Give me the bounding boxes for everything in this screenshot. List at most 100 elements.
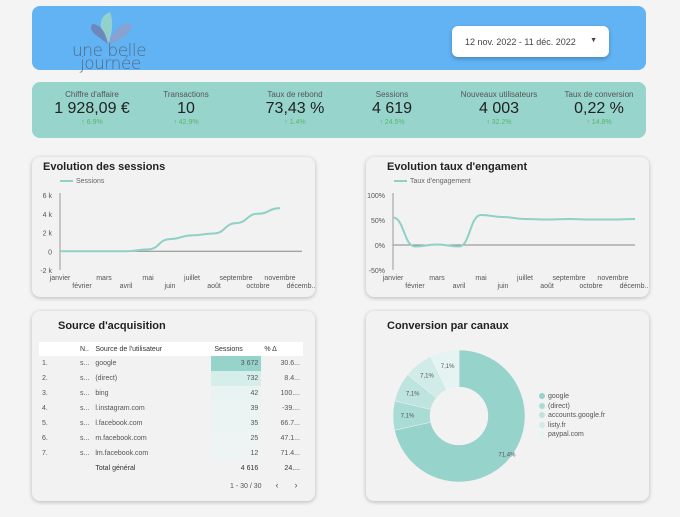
table-cell: m.facebook.com [95, 435, 147, 442]
y-tick-label: 0% [375, 243, 385, 250]
legend-label: listy.fr [548, 421, 566, 429]
table-cell: s... [80, 450, 90, 457]
table-cell: 7. [42, 450, 48, 457]
table-row[interactable]: 7. s... lm.facebook.com 12 71.4... [39, 446, 303, 461]
x-tick-label: décemb... [620, 283, 649, 290]
column-header[interactable] [39, 342, 77, 356]
kpi-band: Chiffre d'affaire 1 928,09 € ↑ 6.9% Transac… [32, 82, 646, 138]
table-row[interactable]: 4. s... l.instagram.com 39 -39.... [39, 401, 303, 416]
kpi-delta: ↑ 42.9% [173, 119, 199, 126]
x-tick-label: septembre [219, 275, 252, 282]
sessions-chart-card: Evolution des sessions Sessions 6 k4 k2 … [32, 157, 315, 297]
legend-swatch-icon [539, 412, 545, 418]
engagement-line-chart: 100% 50% 0% -50%janvierfévrier mars avril mai j… [367, 193, 649, 290]
pagination: 1 - 30 / 30 ‹ › [230, 480, 297, 490]
slice-label: 7,1% [441, 364, 455, 370]
legend-swatch-icon [539, 402, 545, 409]
column-header[interactable]: N.. [77, 342, 93, 356]
legend-label: google [548, 393, 570, 400]
total-sessions: 4 616 [240, 465, 259, 472]
table-cell: 66.7... [280, 420, 300, 427]
pagination-label: 1 - 30 / 30 [230, 483, 262, 490]
column-header[interactable]: Sessions [211, 342, 262, 356]
donut-legend: google (direct) accounts.google.fr listy.fr… [539, 393, 605, 441]
total-label: Total général [95, 465, 136, 472]
x-tick-label: février [405, 283, 425, 290]
table-cell: s... [80, 420, 90, 427]
x-tick-label: février [72, 283, 92, 290]
prev-page-icon[interactable]: ‹ [275, 480, 278, 490]
sessions-line-chart: 6 k 4 k 2 k 0 -2 kjanvierfévrier mars avril mai… [40, 193, 315, 290]
table-cell: -39.... [282, 405, 300, 412]
y-tick-label: -50% [369, 268, 385, 275]
legend-swatch-icon [539, 393, 545, 399]
table-title: Source d'acquisition [58, 320, 166, 332]
table-cell: google [95, 360, 117, 367]
kpi-label: Taux de conversion [564, 90, 634, 99]
y-tick-label: 2 k [43, 231, 53, 238]
y-tick-label: -2 k [40, 268, 52, 275]
table-cell: (direct) [95, 375, 118, 382]
table-cell: 100.... [280, 390, 300, 397]
legend-item: google [539, 393, 605, 403]
table-cell: s... [80, 405, 90, 412]
series-line [60, 207, 281, 253]
slice-label: 7,1% [401, 414, 415, 420]
table-cell: lm.facebook.com [95, 450, 149, 457]
table-cell: 2. [42, 375, 48, 382]
column-header[interactable]: Source de l'utilisateur [92, 342, 212, 356]
x-tick-label: décemb... [287, 283, 315, 290]
table-row[interactable]: 1. s... google 3 672 30.6... [39, 356, 303, 371]
kpi-5: Taux de conversion 0,22 % ↑ 14.8% [539, 90, 659, 126]
y-tick-label: 6 k [43, 193, 53, 200]
next-page-icon[interactable]: › [294, 480, 297, 490]
kpi-label: Sessions [375, 90, 409, 99]
x-tick-label: mai [475, 275, 487, 282]
x-tick-label: janvier [382, 275, 404, 282]
x-tick-label: juin [164, 283, 176, 290]
table-cell: 30.6... [280, 360, 300, 367]
legend-swatch-icon [539, 431, 545, 437]
date-range-value: 12 nov. 2022 - 11 déc. 2022 [465, 37, 576, 47]
x-tick-label: août [207, 283, 221, 290]
table-cell: 12 [211, 446, 262, 461]
table-cell: 732 [211, 371, 262, 386]
table-row[interactable]: 3. s... bing 42 100.... [39, 386, 303, 401]
kpi-value: 0,22 % [574, 100, 624, 117]
table-cell: 8.4... [284, 375, 300, 382]
x-tick-label: janvier [49, 275, 71, 282]
table-cell: 4. [42, 405, 48, 412]
x-tick-label: septembre [552, 275, 585, 282]
table-cell: 39 [211, 401, 262, 416]
table-cell: l.facebook.com [95, 420, 143, 427]
column-header[interactable]: % Δ [261, 342, 303, 356]
x-tick-label: mars [429, 275, 445, 282]
conversion-chart-card: Conversion par canaux 71,4% 7,1% 7,1% 7,1% 7… [366, 311, 649, 501]
date-range-picker[interactable]: 12 nov. 2022 - 11 déc. 2022 ▼ [452, 26, 609, 57]
slice-label: 71,4% [498, 453, 516, 459]
y-tick-label: 0 [48, 249, 52, 256]
table-row[interactable]: 5. s... l.facebook.com 35 66.7... [39, 416, 303, 431]
legend-item: accounts.google.fr [539, 412, 605, 422]
x-tick-label: juillet [183, 275, 200, 282]
x-tick-label: mars [96, 275, 112, 282]
table-cell: 3. [42, 390, 48, 397]
legend-label: paypal.com [548, 431, 584, 438]
x-tick-label: octobre [579, 283, 602, 290]
legend-item: (direct) [539, 402, 605, 413]
y-tick-label: 4 k [43, 212, 53, 219]
kpi-label: Transactions [163, 90, 209, 99]
table-cell: l.instagram.com [95, 405, 145, 412]
table-cell: 35 [211, 416, 262, 431]
table-row[interactable]: 6. s... m.facebook.com 25 47.1... [39, 431, 303, 446]
table-row[interactable]: 2. s... (direct) 732 8.4... [39, 371, 303, 386]
conversion-donut-chart: 71,4% 7,1% 7,1% 7,1% 7,1% [392, 349, 526, 483]
legend-label: accounts.google.fr [548, 412, 606, 419]
slice-label: 7,1% [406, 391, 420, 397]
logo: une belle journée [72, 10, 152, 73]
kpi-delta: ↑ 14.8% [586, 119, 612, 126]
table-cell: bing [95, 390, 109, 397]
x-tick-label: avril [453, 283, 466, 290]
x-tick-label: novembre [597, 275, 628, 282]
legend-swatch-icon [539, 421, 545, 428]
